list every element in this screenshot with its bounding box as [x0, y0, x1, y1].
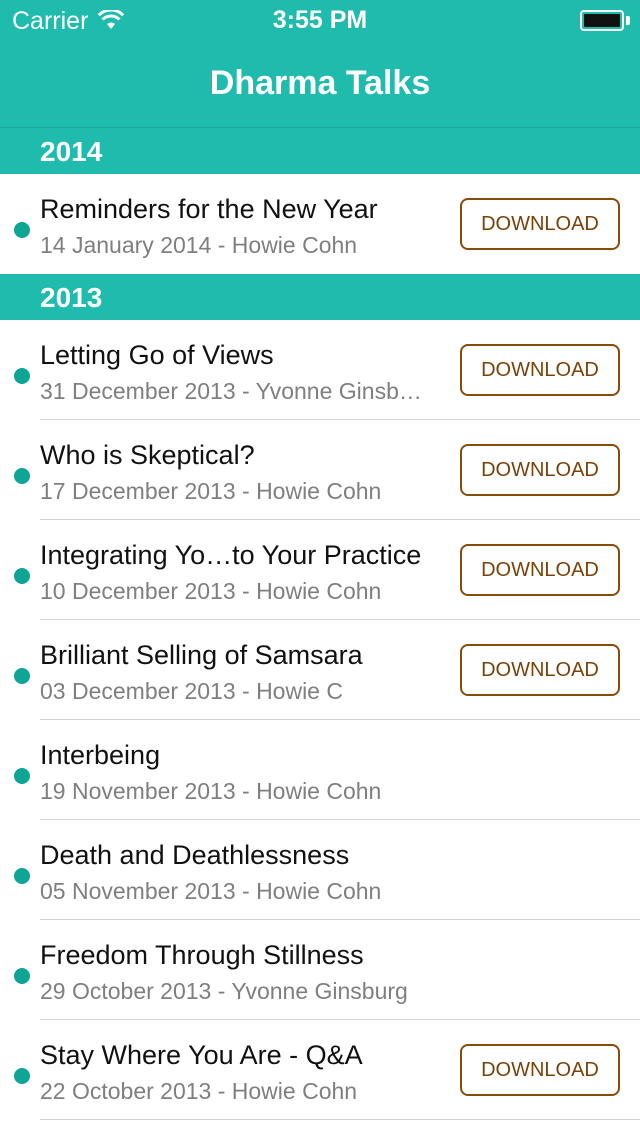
unplayed-indicator-icon — [14, 868, 30, 884]
list-item[interactable]: Who is Skeptical? 17 December 2013 - How… — [0, 420, 640, 520]
talk-title: Death and Deathlessness — [40, 840, 350, 870]
unplayed-indicator-icon — [14, 368, 30, 384]
download-button[interactable]: DOWNLOAD — [460, 198, 620, 250]
status-bar: Carrier 3:55 PM — [0, 0, 640, 40]
battery-icon — [580, 10, 624, 31]
unplayed-indicator-icon — [14, 768, 30, 784]
unplayed-indicator-icon — [14, 568, 30, 584]
talk-subtitle: 19 November 2013 - Howie Cohn — [40, 778, 382, 804]
unplayed-indicator-icon — [14, 468, 30, 484]
talk-title: Brilliant Selling of Samsara — [40, 640, 363, 670]
download-button[interactable]: DOWNLOAD — [460, 444, 620, 496]
download-button[interactable]: DOWNLOAD — [460, 344, 620, 396]
talk-subtitle: 10 December 2013 - Howie Cohn — [40, 578, 382, 604]
talk-subtitle: 29 October 2013 - Yvonne Ginsburg — [40, 978, 408, 1004]
list-item[interactable]: Brilliant Selling of Samsara 03 December… — [0, 620, 640, 720]
talk-title: Interbeing — [40, 740, 161, 770]
unplayed-indicator-icon — [14, 968, 30, 984]
talk-title: Letting Go of Views — [40, 340, 274, 370]
talk-title: Stay Where You Are - Q&A — [40, 1040, 363, 1070]
unplayed-indicator-icon — [14, 222, 30, 238]
status-time: 3:55 PM — [272, 6, 368, 34]
talk-subtitle: 31 December 2013 - Yvonne Ginsb… — [40, 378, 422, 404]
talk-subtitle: 17 December 2013 - Howie Cohn — [40, 478, 382, 504]
talks-list[interactable]: 2014 Reminders for the New Year 14 Janua… — [0, 128, 640, 1120]
talk-title: Who is Skeptical? — [40, 440, 255, 470]
list-item[interactable]: Letting Go of Views 31 December 2013 - Y… — [0, 320, 640, 420]
list-item[interactable]: Stay Where You Are - Q&A 22 October 2013… — [0, 1020, 640, 1120]
talk-subtitle: 22 October 2013 - Howie Cohn — [40, 1078, 358, 1104]
battery-tip — [626, 16, 630, 25]
row-separator — [40, 1119, 640, 1120]
section-header-2013: 2013 — [0, 274, 640, 320]
unplayed-indicator-icon — [14, 668, 30, 684]
list-item[interactable]: Freedom Through Stillness 29 October 201… — [0, 920, 640, 1020]
talk-title: Freedom Through Stillness — [40, 940, 364, 970]
unplayed-indicator-icon — [14, 1068, 30, 1084]
page-title: Dharma Talks — [209, 64, 431, 102]
talk-subtitle: 14 January 2014 - Howie Cohn — [40, 232, 358, 258]
talk-title: Reminders for the New Year — [40, 194, 378, 224]
navigation-bar: Carrier 3:55 PM Dharma Talks — [0, 0, 640, 128]
list-item[interactable]: Integrating Yo…to Your Practice 10 Decem… — [0, 520, 640, 620]
list-item[interactable]: Death and Deathlessness 05 November 2013… — [0, 820, 640, 920]
download-button[interactable]: DOWNLOAD — [460, 644, 620, 696]
download-button[interactable]: DOWNLOAD — [460, 544, 620, 596]
talk-subtitle: 03 December 2013 - Howie C — [40, 678, 343, 704]
list-item[interactable]: Reminders for the New Year 14 January 20… — [0, 174, 640, 274]
talk-subtitle: 05 November 2013 - Howie Cohn — [40, 878, 382, 904]
talk-title: Integrating Yo…to Your Practice — [40, 540, 422, 570]
list-item[interactable]: Interbeing 19 November 2013 - Howie Cohn — [0, 720, 640, 820]
download-button[interactable]: DOWNLOAD — [460, 1044, 620, 1096]
section-header-2014: 2014 — [0, 128, 640, 174]
